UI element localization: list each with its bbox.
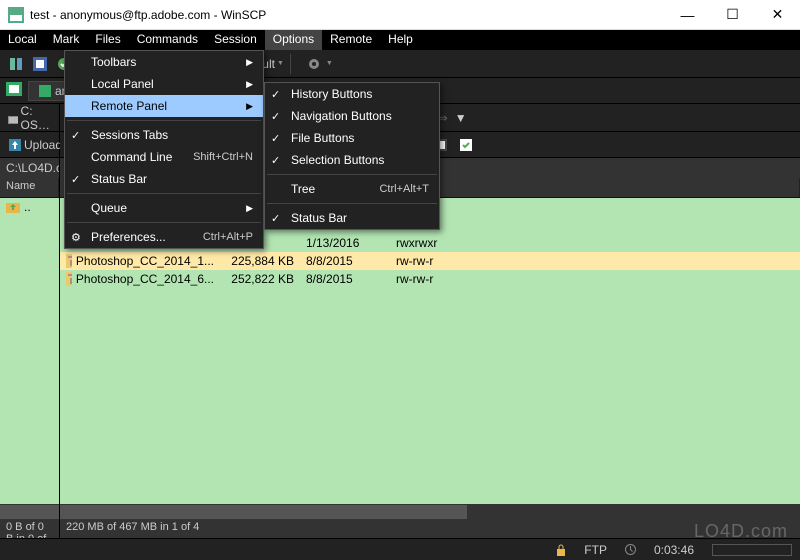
menu-help[interactable]: Help (380, 30, 421, 50)
options-menu: Toolbars▶Local Panel▶Remote Panel▶ ✓Sessi… (64, 50, 264, 249)
menu-item[interactable]: Remote Panel▶ (65, 95, 263, 117)
local-drive-button[interactable]: C: OS… (4, 108, 55, 128)
menu-options[interactable]: Options (265, 30, 322, 50)
close-button[interactable]: ✕ (755, 0, 800, 29)
progress-bar (712, 544, 792, 556)
remote-footer: 220 MB of 467 MB in 1 of 4 (60, 520, 800, 538)
local-headers: Name (0, 178, 59, 198)
status-bar: FTP 0:03:46 (0, 538, 800, 560)
list-item[interactable]: Photoshop_CC_2014_1... 225,884 KB 8/8/20… (60, 252, 800, 270)
chevron-down-icon[interactable]: ▼ (277, 60, 284, 67)
menu-local[interactable]: Local (0, 30, 45, 50)
upload-button[interactable]: Upload (4, 135, 67, 155)
local-nav-bar: C: OS… (0, 104, 59, 132)
list-item[interactable]: Photoshop_CC_2014_6... 252,822 KB 8/8/20… (60, 270, 800, 288)
title-bar: test - anonymous@ftp.adobe.com - WinSCP … (0, 0, 800, 30)
menu-item[interactable]: ✓Status Bar (65, 168, 263, 190)
local-footer: 0 B of 0 B in 0 of 0 (0, 520, 59, 538)
status-proto: FTP (584, 543, 607, 557)
list-item[interactable]: .. (0, 198, 59, 216)
settings-icon[interactable] (304, 54, 324, 74)
minimize-button[interactable]: — (665, 0, 710, 29)
remote-panel-submenu: ✓History Buttons✓Navigation Buttons✓File… (264, 82, 440, 230)
menu-remote[interactable]: Remote (322, 30, 380, 50)
select-icon[interactable] (455, 135, 477, 155)
menu-mark[interactable]: Mark (45, 30, 88, 50)
new-session-icon[interactable] (6, 82, 22, 99)
menu-item[interactable]: Local Panel▶ (65, 73, 263, 95)
local-listing[interactable]: .. (0, 198, 59, 504)
window-title: test - anonymous@ftp.adobe.com - WinSCP (30, 8, 665, 22)
chevron-down-icon[interactable]: ▼ (326, 60, 333, 67)
menu-item[interactable]: ✓Selection Buttons (265, 149, 439, 171)
compare-icon[interactable] (30, 54, 50, 74)
app-icon (8, 7, 24, 23)
menu-item[interactable]: ✓History Buttons (265, 83, 439, 105)
col-name[interactable]: Name (0, 178, 59, 197)
menu-item[interactable]: ✓File Buttons (265, 127, 439, 149)
menu-bar: Local Mark Files Commands Session Option… (0, 30, 800, 50)
menu-item[interactable]: ✓Sessions Tabs (65, 124, 263, 146)
clock-icon (625, 544, 636, 555)
status-time: 0:03:46 (654, 543, 694, 557)
maximize-button[interactable]: ☐ (710, 0, 755, 29)
menu-item[interactable]: ✓Navigation Buttons (265, 105, 439, 127)
menu-item[interactable]: ⚙Preferences...Ctrl+Alt+P (65, 226, 263, 248)
col-rights[interactable]: Rights (390, 178, 800, 197)
menu-item[interactable]: Queue▶ (65, 197, 263, 219)
menu-commands[interactable]: Commands (129, 30, 206, 50)
lock-icon (556, 544, 566, 556)
menu-item[interactable]: TreeCtrl+Alt+T (265, 178, 439, 200)
menu-item[interactable]: Command LineShift+Ctrl+N (65, 146, 263, 168)
local-file-bar: Upload (0, 132, 59, 158)
local-path[interactable]: C:\LO4D.co… (0, 158, 59, 178)
menu-files[interactable]: Files (87, 30, 128, 50)
menu-item[interactable]: ✓Status Bar (265, 207, 439, 229)
menu-session[interactable]: Session (206, 30, 265, 50)
sync-icon[interactable] (6, 54, 26, 74)
menu-item[interactable]: Toolbars▶ (65, 51, 263, 73)
